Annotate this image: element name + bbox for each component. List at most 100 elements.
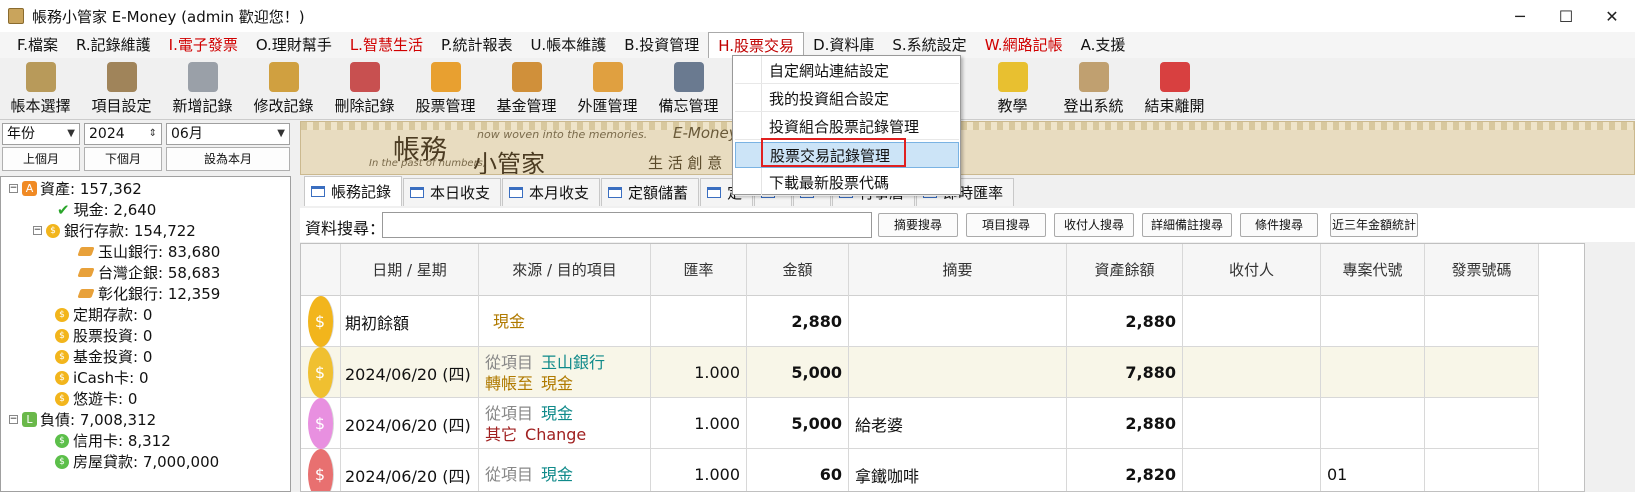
column-header-0[interactable] [301, 244, 341, 296]
toolbar-button-12[interactable]: 教學 [972, 58, 1053, 120]
column-header-5[interactable]: 摘要 [849, 244, 1067, 296]
toolbar-button-0[interactable]: 帳本選擇 [0, 58, 81, 120]
banner: 帳務 now woven into the memories. In the p… [300, 121, 1635, 175]
maximize-button[interactable]: ☐ [1543, 0, 1589, 32]
rate-cell [651, 296, 747, 347]
table-row[interactable]: $2024/06/20 (四) 從項目 現金 1.000 60 拿鐵咖啡 2,820 01 [301, 449, 1539, 491]
balance-cell: 2,880 [1067, 398, 1183, 449]
fund-icon [511, 62, 542, 92]
tab-3[interactable]: 定額儲蓄 [601, 178, 700, 206]
menu-item-6[interactable]: U.帳本維護 [521, 32, 615, 58]
collapse-icon[interactable]: − [9, 415, 18, 424]
collapse-icon[interactable]: − [9, 184, 18, 193]
ledger-icon [25, 62, 56, 92]
column-header-9[interactable]: 發票號碼 [1425, 244, 1539, 296]
table-row[interactable]: $ 期初餘額 現金 2,880 2,880 [301, 296, 1539, 347]
minimize-button[interactable]: ─ [1497, 0, 1543, 32]
menu-item-11[interactable]: W.網路記帳 [976, 32, 1072, 58]
toolbar-button-14[interactable]: 結束離開 [1134, 58, 1215, 120]
type-cell: $ [301, 347, 341, 398]
coin-icon: $ [307, 296, 334, 347]
coin-icon: $ [46, 223, 60, 238]
tree-node-bank3[interactable]: 彰化銀行: 12,359 [77, 283, 220, 304]
exit-icon [1159, 62, 1190, 92]
search-button-4[interactable]: 條件搜尋 [1240, 213, 1318, 237]
tab-0[interactable]: 帳務記錄 [304, 176, 403, 206]
type-cell: $ [301, 449, 341, 491]
column-header-3[interactable]: 匯率 [651, 244, 747, 296]
tree-node-bank1[interactable]: 玉山銀行: 83,680 [77, 241, 220, 262]
item-cell: 從項目 現金 [479, 449, 651, 491]
project-cell [1321, 296, 1425, 347]
toolbar-button-1[interactable]: 項目設定 [81, 58, 162, 120]
tree-node-stock[interactable]: $ 股票投資: 0 [55, 325, 152, 346]
tree-node-liabilities[interactable]: − L 負債: 7,008,312 [9, 409, 156, 430]
tree-node-cash[interactable]: ✔ 現金: 2,640 [57, 199, 156, 220]
menu-item-2[interactable]: I.電子發票 [160, 32, 247, 58]
toolbar-button-4[interactable]: 刪除記錄 [324, 58, 405, 120]
collapse-icon[interactable]: − [33, 226, 42, 235]
title-bar: 帳務小管家 E-Money (admin 歡迎您！) ─ ☐ ✕ [0, 0, 1635, 32]
stock-menu-item-0[interactable]: 自定網站連結設定 [735, 58, 959, 84]
search-input[interactable] [382, 212, 872, 238]
menu-item-3[interactable]: O.理財幫手 [247, 32, 341, 58]
search-button-3[interactable]: 詳細備註搜尋 [1142, 213, 1232, 237]
prev-month-button[interactable]: 上個月 [2, 147, 80, 171]
year-stepper[interactable]: 2024 ⇕ [84, 123, 162, 145]
tree-node-easycard[interactable]: $ 悠遊卡: 0 [55, 388, 137, 409]
column-header-4[interactable]: 金額 [747, 244, 849, 296]
close-button[interactable]: ✕ [1589, 0, 1635, 32]
next-month-button[interactable]: 下個月 [84, 147, 162, 171]
period-select[interactable]: 年份 ▼ [2, 123, 80, 145]
column-header-2[interactable]: 來源 / 目的項目 [479, 244, 651, 296]
month-select[interactable]: 06月 ▼ [166, 123, 290, 145]
tree-node-deposit[interactable]: $ 定期存款: 0 [55, 304, 152, 325]
table-row[interactable]: $2024/06/20 (四) 從項目 現金 其它 Change 1.000 5,000 給老… [301, 398, 1539, 449]
search-button-5[interactable]: 近三年金額統計 [1330, 213, 1418, 237]
toolbar-button-13[interactable]: 登出系統 [1053, 58, 1134, 120]
menu-item-0[interactable]: F.檔案 [8, 32, 67, 58]
toolbar-button-5[interactable]: 股票管理 [405, 58, 486, 120]
tree-node-bank2[interactable]: 台灣企銀: 58,683 [77, 262, 220, 283]
tree-node-credit[interactable]: $ 信用卡: 8,312 [55, 430, 171, 451]
tab-2[interactable]: 本月收支 [502, 178, 601, 206]
expense-icon: $ [307, 449, 334, 491]
tab-1[interactable]: 本日收支 [403, 178, 502, 206]
toolbar-button-2[interactable]: 新增記錄 [162, 58, 243, 120]
toolbar-label: 登出系統 [1063, 97, 1124, 115]
tree-node-bank[interactable]: − $ 銀行存款: 154,722 [33, 220, 196, 241]
search-button-2[interactable]: 收付人搜尋 [1054, 213, 1134, 237]
table-row[interactable]: $2024/06/20 (四) 從項目 玉山銀行 轉帳至 現金 1.000 5,000 7,8… [301, 347, 1539, 398]
amount-cell: 2,880 [747, 296, 849, 347]
toolbar-button-6[interactable]: 基金管理 [486, 58, 567, 120]
menu-item-7[interactable]: B.投資管理 [615, 32, 708, 58]
column-header-8[interactable]: 專案代號 [1321, 244, 1425, 296]
scrollbar[interactable] [1587, 243, 1635, 492]
menu-item-12[interactable]: A.支援 [1072, 32, 1135, 58]
stock-menu-item-4[interactable]: 下載最新股票代碼 [735, 170, 959, 196]
column-header-1[interactable]: 日期 / 星期 [341, 244, 479, 296]
menu-item-4[interactable]: L.智慧生活 [341, 32, 432, 58]
toolbar-button-8[interactable]: 備忘管理 [648, 58, 729, 120]
menu-item-1[interactable]: R.記錄維護 [67, 32, 160, 58]
delete-record-icon [349, 62, 380, 92]
tree-node-fund[interactable]: $ 基金投資: 0 [55, 346, 152, 367]
tree-node-mortgage[interactable]: $ 房屋貸款: 7,000,000 [55, 451, 219, 472]
search-button-1[interactable]: 項目搜尋 [966, 213, 1046, 237]
liabilities-icon: L [22, 412, 37, 427]
banner-brand: E-Money [673, 124, 738, 142]
search-button-0[interactable]: 摘要搜尋 [878, 213, 958, 237]
column-header-6[interactable]: 資產餘額 [1067, 244, 1183, 296]
item-from-value: 現金 [493, 312, 526, 331]
project-cell [1321, 398, 1425, 449]
tree-node-assets[interactable]: − A 資產: 157,362 [9, 178, 142, 199]
set-current-month-button[interactable]: 設為本月 [166, 147, 290, 171]
edit-record-icon [268, 62, 299, 92]
stock-menu-item-1[interactable]: 我的投資組合設定 [735, 86, 959, 112]
toolbar-button-7[interactable]: 外匯管理 [567, 58, 648, 120]
column-header-7[interactable]: 收付人 [1183, 244, 1321, 296]
tree-node-icash[interactable]: $ iCash卡: 0 [55, 367, 149, 388]
menu-item-5[interactable]: P.統計報表 [432, 32, 521, 58]
toolbar-button-3[interactable]: 修改記錄 [243, 58, 324, 120]
stock-menu-item-2[interactable]: 投資組合股票記錄管理 [735, 114, 959, 140]
